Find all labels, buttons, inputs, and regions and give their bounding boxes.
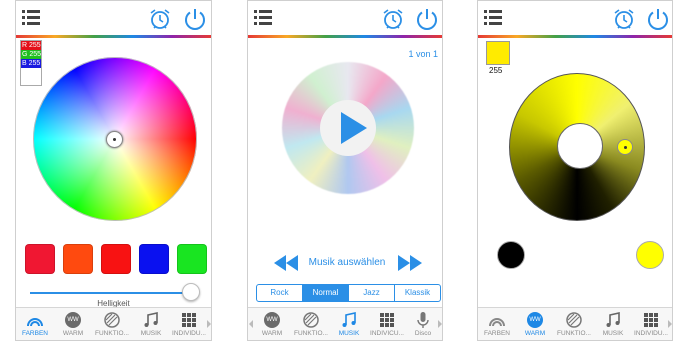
red-value: R 255	[21, 41, 41, 50]
genre-klassik-button[interactable]: Klassik	[395, 285, 440, 301]
rainbow-divider	[16, 35, 211, 38]
ww-icon: WW	[527, 312, 543, 328]
power-icon[interactable]	[645, 6, 671, 32]
tab-bar: WW WARM FUNKTIO... MUSIK INDIVICU... Dis…	[248, 307, 442, 340]
tab-funktionen[interactable]: FUNKTIO...	[554, 308, 594, 340]
rainbow-divider	[478, 35, 672, 38]
wheel-center	[557, 123, 603, 169]
screenshot-stage: R 255 G 255 B 255 Helligkeit FARBEN WW W	[0, 0, 686, 341]
warm-white-screen: 255 FARBEN WW WARM FUNKTIO... MUSIK INDI…	[477, 0, 673, 341]
yellow-preset-button[interactable]	[636, 241, 664, 269]
tab-musik[interactable]: MUSIK	[132, 308, 170, 340]
striped-circle-icon	[566, 312, 582, 328]
track-counter: 1 von 1	[408, 49, 438, 59]
play-icon[interactable]	[341, 112, 367, 144]
power-icon[interactable]	[414, 6, 440, 32]
blue-value: B 255	[21, 59, 41, 68]
music-note-icon	[606, 312, 620, 327]
tab-warm[interactable]: WW WARM	[253, 308, 291, 340]
striped-circle-icon	[104, 312, 120, 328]
tab-bar: FARBEN WW WARM FUNKTIO... MUSIK INDIVIDU…	[16, 307, 211, 340]
rgb-readout: R 255 G 255 B 255	[20, 40, 42, 86]
rainbow-divider	[248, 35, 442, 38]
scroll-right-icon[interactable]	[207, 320, 211, 328]
tab-label: MUSIK	[338, 330, 360, 337]
tab-label: INDIVIDU...	[172, 330, 206, 337]
tab-funktionen[interactable]: FUNKTIO...	[92, 308, 132, 340]
menu-icon[interactable]	[22, 9, 42, 27]
menu-icon[interactable]	[254, 9, 274, 27]
select-music-label[interactable]: Musik auswählen	[302, 257, 392, 268]
top-bar	[16, 1, 211, 35]
rainbow-icon	[489, 318, 505, 327]
tab-label: FARBEN	[483, 330, 510, 337]
music-screen: 1 von 1 Musik auswählen Rock Normal Jazz…	[247, 0, 443, 341]
rainbow-icon	[27, 318, 43, 327]
alarm-clock-icon[interactable]	[381, 7, 405, 31]
tab-label: FUNKTIO...	[95, 330, 129, 337]
genre-selector: Rock Normal Jazz Klassik	[256, 284, 441, 302]
tab-individuell[interactable]: INDIVIDU...	[170, 308, 208, 340]
green-value: G 255	[21, 50, 42, 59]
genre-normal-button[interactable]: Normal	[303, 285, 349, 301]
tab-label: WARM	[261, 330, 283, 337]
preset-color-5[interactable]	[177, 244, 207, 274]
tab-warm[interactable]: WW WARM	[516, 308, 554, 340]
brightness-slider-track[interactable]	[30, 292, 194, 294]
tab-musik[interactable]: MUSIK	[331, 308, 367, 340]
tab-label: Disco	[414, 330, 432, 337]
power-icon[interactable]	[182, 6, 208, 32]
tab-label: WARM	[524, 330, 546, 337]
scroll-right-icon[interactable]	[438, 320, 442, 328]
tab-label: MUSIK	[602, 330, 624, 337]
warm-wheel-knob[interactable]	[617, 139, 633, 155]
top-bar	[248, 1, 442, 35]
music-note-icon	[342, 312, 356, 327]
preset-color-1[interactable]	[25, 244, 55, 274]
current-color-swatch	[486, 41, 510, 65]
black-preset-button[interactable]	[497, 241, 525, 269]
ww-icon: WW	[264, 312, 280, 328]
top-bar	[478, 1, 672, 35]
preset-color-2[interactable]	[63, 244, 93, 274]
tab-farben[interactable]: FARBEN	[16, 308, 54, 340]
scroll-right-icon[interactable]	[668, 320, 672, 328]
tab-bar: FARBEN WW WARM FUNKTIO... MUSIK INDIVIDU…	[478, 307, 672, 340]
next-track-icon[interactable]	[398, 255, 422, 271]
alarm-clock-icon[interactable]	[148, 7, 172, 31]
tab-musik[interactable]: MUSIK	[594, 308, 632, 340]
grid-icon	[380, 313, 394, 327]
genre-jazz-button[interactable]: Jazz	[349, 285, 395, 301]
grid-icon	[182, 313, 196, 327]
tab-disco[interactable]: Disco	[407, 308, 439, 340]
genre-rock-button[interactable]: Rock	[257, 285, 303, 301]
tab-label: MUSIK	[140, 330, 162, 337]
ww-icon: WW	[65, 312, 81, 328]
previous-track-icon[interactable]	[274, 255, 298, 271]
brightness-value: 255	[489, 66, 503, 75]
tab-individuell[interactable]: INDIVIDU...	[632, 308, 670, 340]
colors-screen: R 255 G 255 B 255 Helligkeit FARBEN WW W	[15, 0, 212, 341]
grid-icon	[644, 313, 658, 327]
tab-label: FUNKTIO...	[557, 330, 591, 337]
tab-warm[interactable]: WW WARM	[54, 308, 92, 340]
color-wheel-knob[interactable]	[106, 131, 123, 148]
tab-farben[interactable]: FARBEN	[478, 308, 516, 340]
striped-circle-icon	[303, 312, 319, 328]
tab-label: INDIVICU...	[370, 330, 404, 337]
alarm-clock-icon[interactable]	[612, 7, 636, 31]
microphone-icon	[417, 312, 429, 328]
menu-icon[interactable]	[484, 9, 504, 27]
tab-label: INDIVIDU...	[634, 330, 668, 337]
tab-label: FUNKTIO...	[294, 330, 328, 337]
tab-label: WARM	[62, 330, 84, 337]
tab-funktionen[interactable]: FUNKTIO...	[291, 308, 331, 340]
music-note-icon	[144, 312, 158, 327]
preset-color-4[interactable]	[139, 244, 169, 274]
tab-individuell[interactable]: INDIVICU...	[367, 308, 407, 340]
tab-label: FARBEN	[21, 330, 48, 337]
preset-color-3[interactable]	[101, 244, 131, 274]
